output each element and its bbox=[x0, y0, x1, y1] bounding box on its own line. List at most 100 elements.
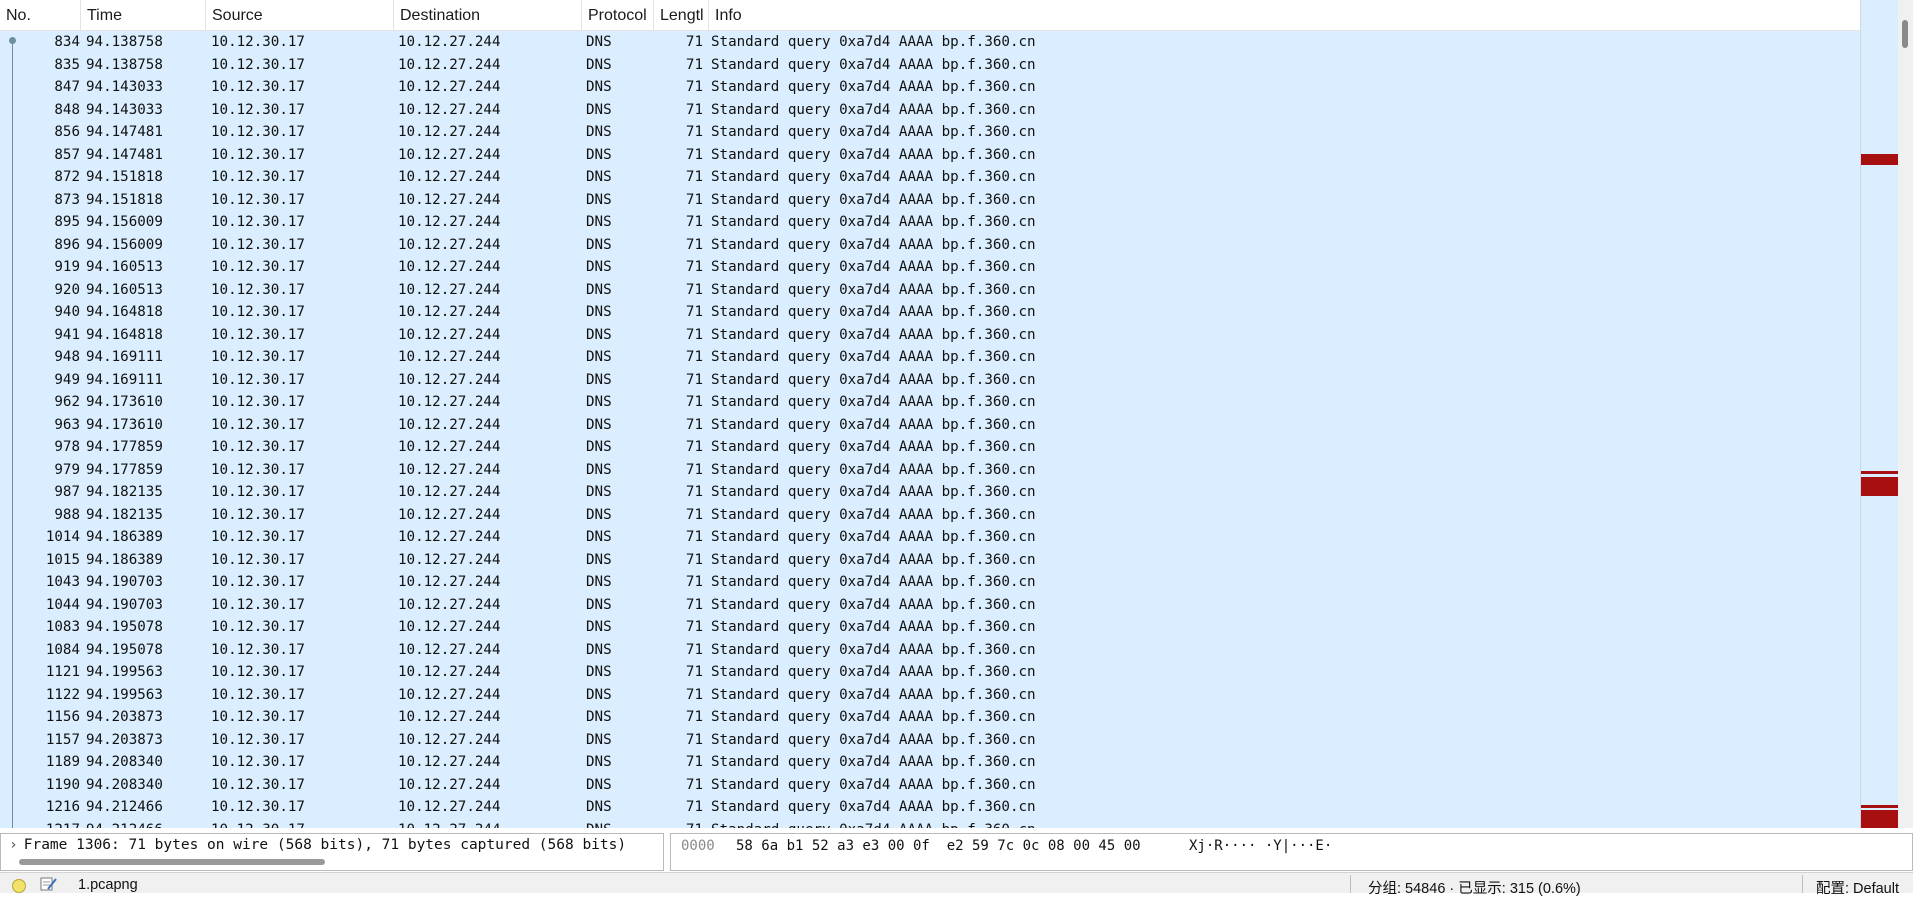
packet-source: 10.12.30.17 bbox=[211, 191, 305, 208]
table-row[interactable]: 873 94.151818 10.12.30.17 10.12.27.244 DNS 71… bbox=[0, 188, 1860, 211]
packet-time: 94.177859 bbox=[86, 461, 163, 478]
table-row[interactable]: 848 94.143033 10.12.30.17 10.12.27.244 DNS 71… bbox=[0, 98, 1860, 121]
profile-status[interactable]: 配置: Default bbox=[1816, 877, 1899, 898]
packet-source: 10.12.30.17 bbox=[211, 731, 305, 748]
table-row[interactable]: 963 94.173610 10.12.30.17 10.12.27.244 DNS 71… bbox=[0, 413, 1860, 436]
table-row[interactable]: 948 94.169111 10.12.30.17 10.12.27.244 DNS 71… bbox=[0, 346, 1860, 369]
packet-info: Standard query 0xa7d4 AAAA bp.f.360.cn bbox=[711, 754, 1036, 770]
packet-time: 94.160513 bbox=[86, 259, 163, 275]
table-row[interactable]: 1216 94.212466 10.12.30.17 10.12.27.244 DNS 7… bbox=[0, 796, 1860, 819]
packet-length: 71 bbox=[685, 281, 703, 298]
table-row[interactable]: 1083 94.195078 10.12.30.17 10.12.27.244 DNS 7… bbox=[0, 616, 1860, 639]
packet-source: 10.12.30.17 bbox=[211, 709, 305, 725]
table-row[interactable]: 1157 94.203873 10.12.30.17 10.12.27.244 DNS 7… bbox=[0, 728, 1860, 751]
table-row[interactable]: 857 94.147481 10.12.30.17 10.12.27.244 DNS 71… bbox=[0, 143, 1860, 166]
packet-protocol: DNS bbox=[586, 484, 612, 500]
table-row[interactable]: 856 94.147481 10.12.30.17 10.12.27.244 DNS 71… bbox=[0, 121, 1860, 144]
packet-minimap[interactable] bbox=[1860, 0, 1899, 828]
packet-list[interactable]: No. Time Source Destination Protocol Len… bbox=[0, 0, 1860, 828]
column-header-no[interactable]: No. bbox=[0, 0, 81, 30]
table-row[interactable]: 979 94.177859 10.12.30.17 10.12.27.244 DNS 71… bbox=[0, 458, 1860, 481]
edit-comment-icon[interactable] bbox=[40, 876, 58, 892]
table-row[interactable]: 962 94.173610 10.12.30.17 10.12.27.244 DNS 71… bbox=[0, 391, 1860, 414]
table-row[interactable]: 1015 94.186389 10.12.30.17 10.12.27.244 DNS 7… bbox=[0, 548, 1860, 571]
table-row[interactable]: 1084 94.195078 10.12.30.17 10.12.27.244 DNS 7… bbox=[0, 638, 1860, 661]
packet-source: 10.12.30.17 bbox=[211, 686, 305, 703]
packet-length: 71 bbox=[685, 34, 703, 50]
packet-length: 71 bbox=[685, 529, 703, 545]
table-row[interactable]: 121794.21246610.12.30.1710.12.27.244DNS7… bbox=[0, 818, 1860, 828]
chevron-right-icon[interactable]: › bbox=[9, 837, 18, 853]
table-row[interactable]: 920 94.160513 10.12.30.17 10.12.27.244 DNS 71… bbox=[0, 278, 1860, 301]
packet-destination: 10.12.27.244 bbox=[398, 686, 501, 703]
table-row[interactable]: 1156 94.203873 10.12.30.17 10.12.27.244 DNS 7… bbox=[0, 706, 1860, 729]
table-row[interactable]: 919 94.160513 10.12.30.17 10.12.27.244 DNS 71… bbox=[0, 256, 1860, 279]
packet-info: Standard query 0xa7d4 AAAA bp.f.360.cn bbox=[711, 484, 1036, 500]
packet-detail-tree-item[interactable]: › Frame 1306: 71 bytes on wire (568 bits)… bbox=[9, 837, 626, 853]
packet-bytes-pane[interactable]: 0000 58 6a b1 52 a3 e3 00 0f e2 59 7c 0c… bbox=[670, 833, 1913, 871]
packet-time: 94.199563 bbox=[86, 686, 163, 703]
column-header-destination[interactable]: Destination bbox=[394, 0, 582, 30]
packet-time: 94.156009 bbox=[86, 214, 163, 230]
table-row[interactable]: 834 94.138758 10.12.30.17 10.12.27.244 DNS 71… bbox=[0, 31, 1860, 54]
table-row[interactable]: 949 94.169111 10.12.30.17 10.12.27.244 DNS 71… bbox=[0, 368, 1860, 391]
table-row[interactable]: 896 94.156009 10.12.30.17 10.12.27.244 DNS 71… bbox=[0, 233, 1860, 256]
packet-details-pane[interactable]: › Frame 1306: 71 bytes on wire (568 bits)… bbox=[0, 833, 664, 871]
packet-protocol: DNS bbox=[586, 34, 612, 50]
column-header-length[interactable]: Lengtl bbox=[654, 0, 709, 30]
packet-info: Standard query 0xa7d4 AAAA bp.f.360.cn bbox=[711, 709, 1036, 725]
bytes-ascii[interactable]: Xj·R···· ·Y|···E· bbox=[1189, 838, 1332, 854]
packet-count-status: 分组: 54846 · 已显示: 315 (0.6%) bbox=[1368, 881, 1581, 897]
status-bar: 1.pcapng 分组: 54846 · 已显示: 315 (0.6%) 配置:… bbox=[0, 872, 1913, 897]
vertical-scrollbar-thumb[interactable] bbox=[1902, 20, 1908, 48]
table-row[interactable]: 1190 94.208340 10.12.30.17 10.12.27.244 DNS 7… bbox=[0, 773, 1860, 796]
packet-info: Standard query 0xa7d4 AAAA bp.f.360.cn bbox=[711, 799, 1036, 815]
table-row[interactable]: 978 94.177859 10.12.30.17 10.12.27.244 DNS 71… bbox=[0, 436, 1860, 459]
packet-time: 94.156009 bbox=[86, 236, 163, 253]
column-header-info[interactable]: Info bbox=[709, 0, 1860, 30]
table-row[interactable]: 988 94.182135 10.12.30.17 10.12.27.244 DNS 71… bbox=[0, 503, 1860, 526]
packet-protocol: DNS bbox=[586, 146, 612, 163]
table-row[interactable]: 1122 94.199563 10.12.30.17 10.12.27.244 DNS 7… bbox=[0, 683, 1860, 706]
vertical-scrollbar[interactable] bbox=[1898, 0, 1913, 828]
table-row[interactable]: 940 94.164818 10.12.30.17 10.12.27.244 DNS 71… bbox=[0, 301, 1860, 324]
packet-protocol: DNS bbox=[586, 259, 612, 275]
bytes-hex[interactable]: 58 6a b1 52 a3 e3 00 0f e2 59 7c 0c 08 0… bbox=[736, 838, 1141, 854]
minimap-marker bbox=[1861, 471, 1899, 474]
packet-info: Standard query 0xa7d4 AAAA bp.f.360.cn bbox=[711, 169, 1036, 185]
packet-source: 10.12.30.17 bbox=[211, 34, 305, 50]
table-row[interactable]: 1189 94.208340 10.12.30.17 10.12.27.244 DNS 7… bbox=[0, 751, 1860, 774]
packet-time: 94.164818 bbox=[86, 304, 163, 320]
packet-length: 71 bbox=[685, 686, 703, 703]
packet-time: 94.182135 bbox=[86, 506, 163, 523]
status-led-icon[interactable] bbox=[12, 879, 26, 893]
packet-time: 94.195078 bbox=[86, 641, 163, 658]
table-row[interactable]: 1044 94.190703 10.12.30.17 10.12.27.244 DNS 7… bbox=[0, 593, 1860, 616]
column-header-protocol[interactable]: Protocol bbox=[582, 0, 654, 30]
packet-time: 94.151818 bbox=[86, 191, 163, 208]
table-row[interactable]: 835 94.138758 10.12.30.17 10.12.27.244 DNS 71… bbox=[0, 53, 1860, 76]
table-row[interactable]: 941 94.164818 10.12.30.17 10.12.27.244 DNS 71… bbox=[0, 323, 1860, 346]
packet-protocol: DNS bbox=[586, 574, 612, 590]
packet-info: Standard query 0xa7d4 AAAA bp.f.360.cn bbox=[711, 191, 1036, 208]
packet-source: 10.12.30.17 bbox=[211, 416, 305, 433]
packet-destination: 10.12.27.244 bbox=[398, 754, 501, 770]
horizontal-scrollbar[interactable] bbox=[19, 859, 325, 865]
column-header-time[interactable]: Time bbox=[81, 0, 206, 30]
packet-info: Standard query 0xa7d4 AAAA bp.f.360.cn bbox=[711, 574, 1036, 590]
table-row[interactable]: 1121 94.199563 10.12.30.17 10.12.27.244 DNS 7… bbox=[0, 661, 1860, 684]
packet-length: 71 bbox=[685, 79, 703, 95]
packet-time: 94.147481 bbox=[86, 146, 163, 163]
table-row[interactable]: 872 94.151818 10.12.30.17 10.12.27.244 DNS 71… bbox=[0, 166, 1860, 189]
table-row[interactable]: 895 94.156009 10.12.30.17 10.12.27.244 DNS 71… bbox=[0, 211, 1860, 234]
table-row[interactable]: 847 94.143033 10.12.30.17 10.12.27.244 DNS 71… bbox=[0, 76, 1860, 99]
table-row[interactable]: 987 94.182135 10.12.30.17 10.12.27.244 DNS 71… bbox=[0, 481, 1860, 504]
packet-length: 71 bbox=[685, 461, 703, 478]
table-row[interactable]: 1043 94.190703 10.12.30.17 10.12.27.244 DNS 7… bbox=[0, 571, 1860, 594]
packet-time: 94.143033 bbox=[86, 79, 163, 95]
packet-info: Standard query 0xa7d4 AAAA bp.f.360.cn bbox=[711, 349, 1036, 365]
packet-destination: 10.12.27.244 bbox=[398, 551, 501, 568]
table-row[interactable]: 1014 94.186389 10.12.30.17 10.12.27.244 DNS 7… bbox=[0, 526, 1860, 549]
packet-destination: 10.12.27.244 bbox=[398, 56, 501, 73]
column-header-source[interactable]: Source bbox=[206, 0, 394, 30]
